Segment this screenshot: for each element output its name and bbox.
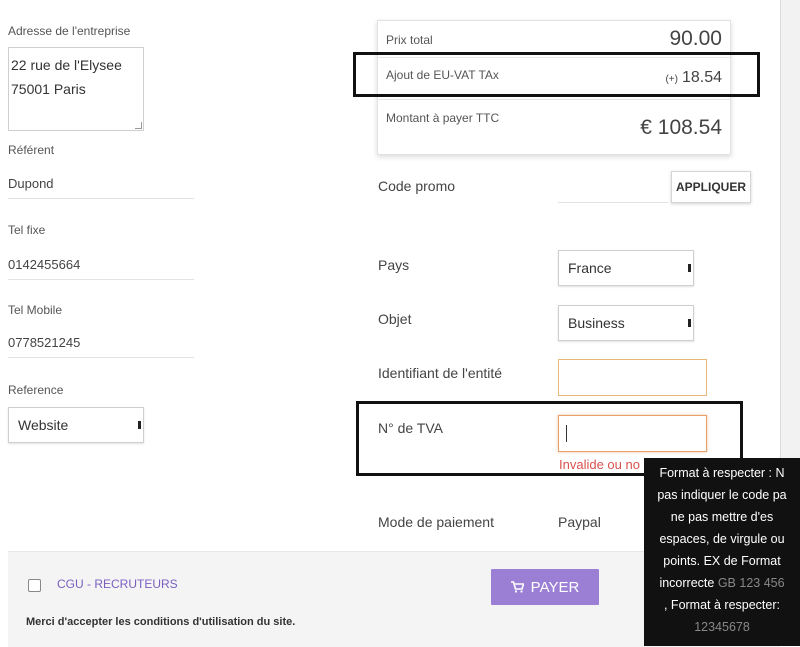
address-line-2: 75001 Paris [11, 81, 86, 97]
company-address-field[interactable]: 22 rue de l'Elysee 75001 Paris [8, 47, 144, 131]
tooltip-line: points. EX de Format [663, 554, 781, 568]
apply-button[interactable]: APPLIQUER [671, 171, 751, 203]
company-address-label: Adresse de l'entreprise [8, 24, 131, 38]
accept-terms-text: Merci d'accepter les conditions d'utilis… [26, 616, 296, 628]
country-select[interactable]: France [558, 250, 694, 286]
vat-row-highlight-box [353, 52, 760, 97]
tooltip-line: pas indiquer le code pa [657, 488, 787, 502]
tel-mobile-field[interactable]: 0778521245 [8, 329, 194, 358]
divider [378, 99, 730, 100]
country-selected-value: France [568, 260, 612, 276]
cgu-link[interactable]: CGU - RECRUTEURS [57, 577, 178, 591]
entity-input[interactable] [558, 359, 707, 396]
tooltip-line: espaces, de virgule ou [659, 532, 785, 546]
object-select[interactable]: Business [558, 305, 694, 341]
country-label: Pays [378, 257, 410, 273]
referent-field[interactable]: Dupond [8, 170, 194, 199]
tooltip-text: incorrecte [659, 576, 715, 590]
tooltip-line: incorrecte GB 123 456 [644, 572, 800, 594]
reference-selected-value: Website [18, 417, 69, 433]
tel-mobile-value: 0778521245 [8, 335, 81, 350]
pay-button[interactable]: PAYER [491, 569, 599, 605]
referent-label: Référent [8, 143, 55, 157]
tooltip-line: ne pas mettre d'es [670, 510, 774, 524]
tooltip-example: GB 123 456 [717, 576, 785, 590]
tooltip-line: , Format à respecter: [663, 598, 780, 612]
reference-select[interactable]: Website [8, 407, 144, 443]
dropdown-caret-icon [688, 264, 691, 272]
tooltip-line: Format à respecter : N [659, 466, 785, 480]
tel-mobile-label: Tel Mobile [8, 303, 63, 317]
promo-input[interactable] [558, 172, 668, 203]
payment-label: Mode de paiement [378, 514, 494, 530]
total-label: Prix total [386, 33, 433, 47]
object-selected-value: Business [568, 315, 625, 331]
vat-format-tooltip: Format à respecter : N pas indiquer le c… [644, 458, 800, 646]
pay-button-label: PAYER [530, 578, 580, 596]
amount-value: € 108.54 [640, 116, 722, 139]
reference-label: Reference [8, 383, 64, 397]
referent-value: Dupond [8, 176, 54, 191]
address-line-1: 22 rue de l'Elysee [11, 57, 122, 73]
payment-method-value: Paypal [558, 514, 601, 530]
object-label: Objet [378, 311, 412, 327]
tel-fixe-field[interactable]: 0142455664 [8, 251, 194, 280]
entity-label: Identifiant de l'entité [378, 365, 503, 381]
promo-label: Code promo [378, 178, 456, 194]
cart-icon [510, 581, 524, 593]
total-value: 90.00 [669, 27, 722, 50]
dropdown-caret-icon [688, 319, 691, 327]
tooltip-line: 12345678 [694, 620, 750, 634]
tel-fixe-label: Tel fixe [8, 223, 46, 237]
dropdown-caret-icon [138, 421, 141, 429]
cgu-checkbox[interactable] [28, 579, 41, 592]
tel-fixe-value: 0142455664 [8, 257, 81, 272]
resize-handle[interactable] [135, 122, 142, 129]
amount-label: Montant à payer TTC [386, 111, 500, 125]
